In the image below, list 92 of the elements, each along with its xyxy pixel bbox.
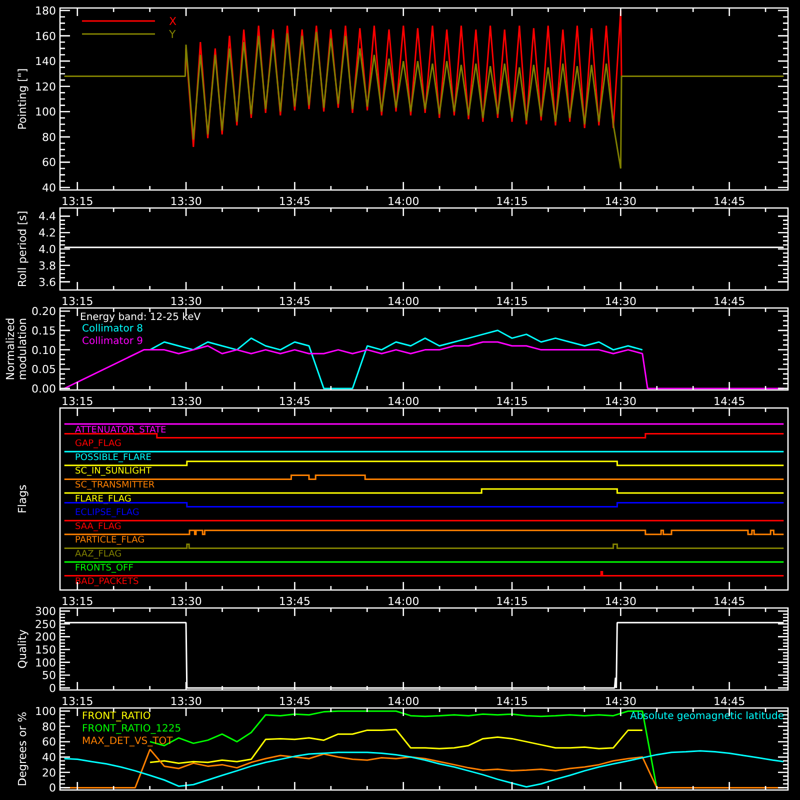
tick-label: 13:15 — [62, 395, 94, 408]
tick-label: 13:45 — [278, 695, 311, 708]
flag-label: AAZ_FLAG — [75, 550, 122, 560]
tick-label: 50 — [42, 669, 56, 682]
tick-label: 13:15 — [62, 695, 94, 708]
tick-label: 13:30 — [170, 695, 202, 708]
flag-label: SAA_FLAG — [75, 522, 122, 532]
tick-label: 14:45 — [713, 195, 746, 208]
tick-label: 0.15 — [32, 324, 56, 338]
tick-label: 14:15 — [496, 695, 528, 708]
axis-title: Normalized modulation — [4, 318, 30, 380]
tick-label: 14:15 — [496, 295, 528, 308]
axis-title: Flags — [16, 484, 29, 514]
tick-label: 40 — [42, 751, 56, 764]
legend-label: Collimator 8 — [82, 324, 143, 334]
tick-label: 14:00 — [388, 595, 420, 608]
tick-label: 13:45 — [278, 395, 311, 408]
tick-label: 160 — [35, 30, 56, 43]
tick-label: 13:15 — [62, 595, 94, 608]
legend-label: Collimator 9 — [82, 336, 143, 347]
flag-label: BAD_PACKETS — [75, 577, 139, 588]
tick-label: 13:15 — [62, 295, 94, 308]
tick-label: 60 — [42, 736, 56, 749]
flag-label: SC_TRANSMITTER — [75, 480, 155, 490]
tick-label: 14:30 — [604, 595, 637, 608]
tick-label: 14:30 — [604, 695, 637, 708]
tick-label: 100 — [35, 656, 56, 670]
flag-label: GAP_FLAG — [75, 439, 122, 450]
tick-label: 13:45 — [278, 195, 311, 208]
tick-label: 14:15 — [496, 595, 528, 608]
tick-label: 100 — [35, 705, 56, 718]
tick-label: 13:15 — [62, 195, 94, 208]
tick-label: 14:30 — [604, 295, 637, 308]
tick-label: 13:30 — [170, 295, 202, 308]
tick-label: 80 — [42, 130, 56, 144]
flag-label: POSSIBLE_FLARE — [75, 452, 152, 463]
legend-label: X — [169, 15, 177, 28]
tick-label: 3.8 — [38, 259, 56, 272]
tick-label: 0 — [49, 782, 56, 795]
flag-label: FLARE_FLAG — [75, 494, 132, 504]
axis-title: Degrees or % — [16, 712, 29, 786]
tick-label: 60 — [42, 156, 56, 170]
axis-title: Quality — [16, 629, 29, 669]
legend-label: FRONT_RATIO_1225 — [82, 724, 182, 734]
tick-label: 4.4 — [38, 210, 56, 224]
tick-label: 120 — [35, 80, 56, 94]
tick-label: 250 — [35, 618, 56, 631]
tick-label: 3.6 — [38, 276, 56, 289]
tick-label: 13:30 — [170, 395, 202, 408]
tick-label: 14:00 — [388, 695, 420, 708]
tick-label: 4.2 — [38, 226, 56, 240]
legend-title: Energy band: 12-25 keV — [80, 312, 201, 323]
tick-label: 14:45 — [713, 595, 746, 608]
tick-label: 0.00 — [32, 382, 56, 396]
tick-label: 140 — [35, 55, 56, 68]
tick-label: 14:00 — [388, 195, 420, 208]
tick-label: 14:30 — [604, 395, 637, 408]
tick-label: 0.20 — [32, 305, 56, 318]
tick-label: 100 — [35, 106, 56, 119]
tick-label: 200 — [35, 630, 56, 644]
tick-label: 14:30 — [604, 195, 637, 208]
tick-label: 13:30 — [170, 595, 202, 608]
tick-label: 40 — [42, 181, 56, 194]
tick-label: 14:00 — [388, 395, 420, 408]
tick-label: 14:45 — [713, 695, 746, 708]
flag-label: SC_IN_SUNLIGHT — [75, 466, 152, 477]
axis-title: Pointing ["] — [16, 68, 29, 130]
tick-label: 13:30 — [170, 195, 202, 208]
tick-label: 0 — [49, 682, 56, 695]
tick-label: 13:45 — [278, 295, 311, 308]
tick-label: 180 — [35, 4, 56, 18]
flag-label: PARTICLE_FLAG — [75, 536, 145, 546]
tick-label: 14:00 — [388, 295, 420, 308]
tick-label: 14:15 — [496, 395, 528, 408]
tick-label: 80 — [42, 720, 56, 734]
tick-label: 4.0 — [38, 243, 56, 256]
tick-label: 13:45 — [278, 595, 311, 608]
legend-label: FRONT_RATIO — [82, 711, 151, 722]
tick-label: 20 — [42, 766, 56, 780]
tick-label: 150 — [35, 644, 56, 657]
tick-label: 0.05 — [32, 363, 56, 376]
tick-label: 14:15 — [496, 195, 528, 208]
axis-title: Roll period [s] — [16, 210, 29, 288]
legend-label: Y — [169, 28, 176, 41]
flag-label: ECLIPSE_FLAG — [75, 508, 140, 518]
legend-label: MAX_DET_VS_TOT — [82, 736, 173, 747]
tick-label: 0.10 — [32, 344, 56, 357]
tick-label: 14:45 — [713, 395, 746, 408]
tick-label: 300 — [35, 605, 56, 618]
flag-label: FRONTS_OFF — [75, 563, 134, 574]
flag-label: ATTENUATOR_STATE — [75, 425, 166, 436]
tick-label: 14:45 — [713, 295, 746, 308]
